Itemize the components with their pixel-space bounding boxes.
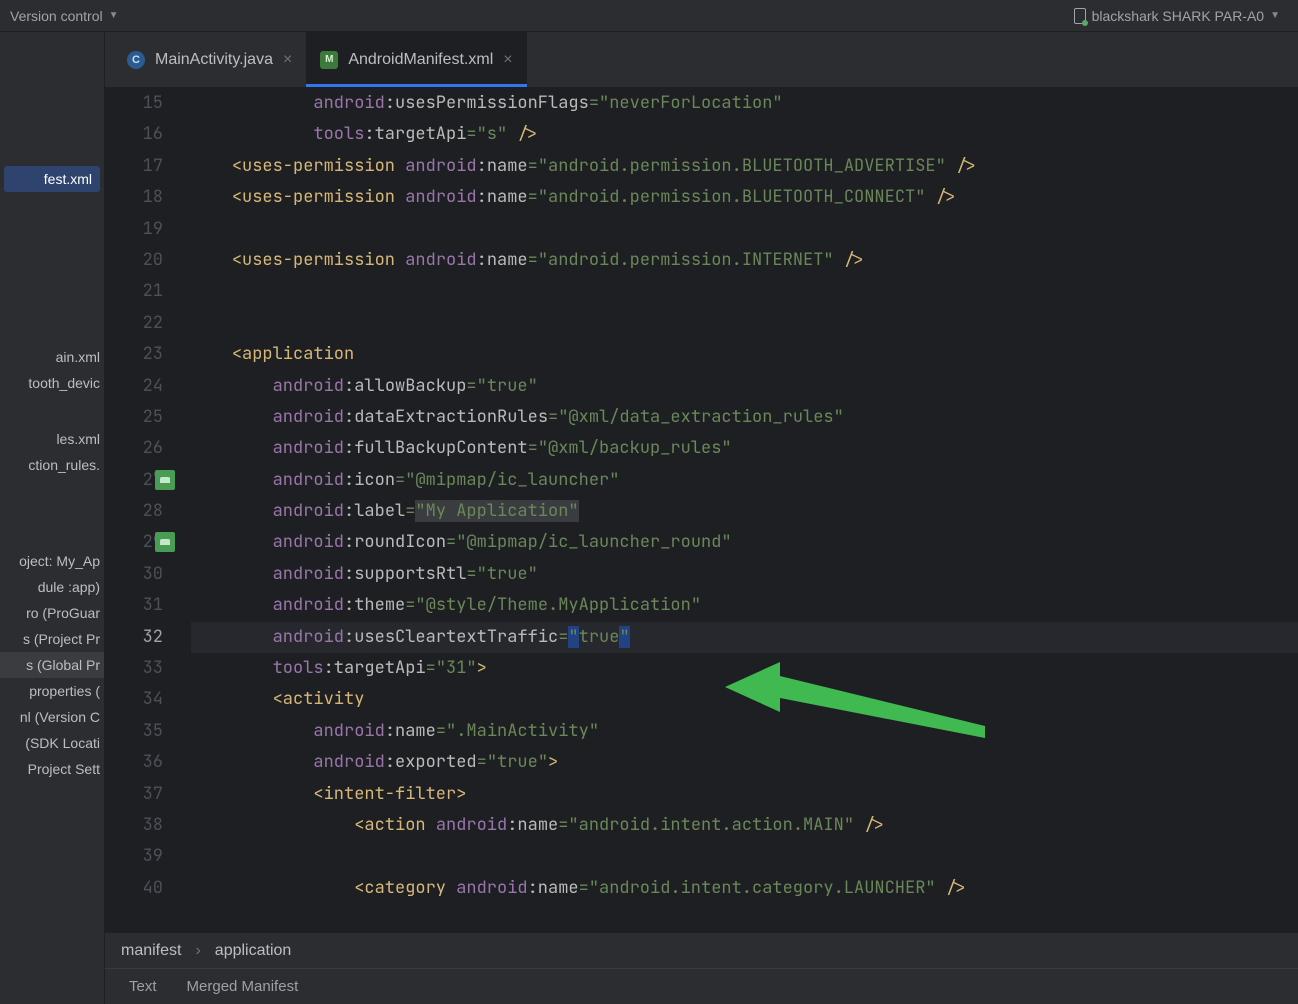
device-label: blackshark SHARK PAR-A0 bbox=[1092, 8, 1264, 24]
tab-label: AndroidManifest.xml bbox=[348, 51, 493, 69]
sidebar-item[interactable]: dule :app) bbox=[0, 574, 104, 600]
topbar: Version control ▼ blackshark SHARK PAR-A… bbox=[0, 0, 1298, 32]
tab-label: MainActivity.java bbox=[155, 51, 273, 69]
code-line[interactable]: <uses-permission android:name="android.p… bbox=[191, 182, 1298, 213]
code-line[interactable]: <intent-filter> bbox=[191, 779, 1298, 810]
code-line[interactable]: android:exported="true"> bbox=[191, 747, 1298, 778]
code-line[interactable]: tools:targetApi="s" /> bbox=[191, 119, 1298, 150]
sidebar-item[interactable]: les.xml bbox=[0, 426, 104, 452]
code-line[interactable] bbox=[191, 214, 1298, 245]
breadcrumb-item[interactable]: manifest bbox=[121, 942, 181, 960]
code-editor[interactable]: 1516171819202122232425262728293031323334… bbox=[105, 88, 1298, 932]
code-line[interactable] bbox=[191, 841, 1298, 872]
sidebar-item[interactable]: s (Global Pr bbox=[0, 652, 104, 678]
chevron-right-icon: › bbox=[195, 942, 200, 960]
breadcrumb-item[interactable]: application bbox=[215, 942, 292, 960]
editor-area: C MainActivity.java × M AndroidManifest.xml ×… bbox=[105, 32, 1298, 1004]
sidebar-item[interactable]: nl (Version C bbox=[0, 704, 104, 730]
sidebar-item[interactable]: ction_rules. bbox=[0, 452, 104, 478]
code-line[interactable]: android:label="My Application" bbox=[191, 496, 1298, 527]
editor-bottom-tabs: Text Merged Manifest bbox=[105, 968, 1298, 1004]
breadcrumb[interactable]: manifest › application bbox=[105, 932, 1298, 968]
sidebar-item[interactable]: ro (ProGuar bbox=[0, 600, 104, 626]
code-line[interactable] bbox=[191, 276, 1298, 307]
code-line[interactable]: <uses-permission android:name="android.p… bbox=[191, 245, 1298, 276]
code-line[interactable]: android:dataExtractionRules="@xml/data_e… bbox=[191, 402, 1298, 433]
version-control-menu[interactable]: Version control bbox=[10, 8, 103, 24]
close-icon[interactable]: × bbox=[503, 51, 512, 69]
code-line[interactable]: android:name=".MainActivity" bbox=[191, 716, 1298, 747]
android-icon[interactable] bbox=[155, 532, 175, 552]
code-line[interactable]: android:fullBackupContent="@xml/backup_r… bbox=[191, 433, 1298, 464]
code-content[interactable]: android:usesPermissionFlags="neverForLoc… bbox=[183, 88, 1298, 932]
sidebar-item[interactable]: ain.xml bbox=[0, 344, 104, 370]
sidebar-item[interactable]: properties ( bbox=[0, 678, 104, 704]
close-icon[interactable]: × bbox=[283, 51, 292, 69]
android-icon[interactable] bbox=[155, 470, 175, 490]
java-file-icon: C bbox=[127, 51, 145, 69]
code-line[interactable]: android:supportsRtl="true" bbox=[191, 559, 1298, 590]
sidebar-item[interactable]: Project Sett bbox=[0, 756, 104, 782]
bottom-tab[interactable]: Merged Manifest bbox=[187, 978, 299, 995]
editor-tabs: C MainActivity.java × M AndroidManifest.xml × bbox=[105, 32, 1298, 88]
code-line[interactable]: android:usesCleartextTraffic="true" bbox=[191, 622, 1298, 653]
sidebar-item[interactable]: (SDK Locati bbox=[0, 730, 104, 756]
editor-tab[interactable]: C MainActivity.java × bbox=[113, 32, 306, 87]
code-line[interactable]: <activity bbox=[191, 684, 1298, 715]
sidebar-item[interactable]: oject: My_Ap bbox=[0, 548, 104, 574]
manifest-file-icon: M bbox=[320, 51, 338, 69]
sidebar-item[interactable]: fest.xml bbox=[4, 166, 100, 192]
main: fest.xml ain.xmltooth_devic les.xmlction_… bbox=[0, 32, 1298, 1004]
code-line[interactable]: android:usesPermissionFlags="neverForLoc… bbox=[191, 88, 1298, 119]
code-line[interactable]: android:allowBackup="true" bbox=[191, 371, 1298, 402]
sidebar-item[interactable]: s (Project Pr bbox=[0, 626, 104, 652]
editor-tab[interactable]: M AndroidManifest.xml × bbox=[306, 32, 526, 87]
sidebar-item[interactable] bbox=[0, 538, 104, 548]
code-line[interactable]: <application bbox=[191, 339, 1298, 370]
code-line[interactable]: <category android:name="android.intent.c… bbox=[191, 873, 1298, 904]
chevron-down-icon: ▼ bbox=[1270, 10, 1280, 21]
code-line[interactable]: android:roundIcon="@mipmap/ic_launcher_r… bbox=[191, 527, 1298, 558]
topbar-left: Version control ▼ bbox=[10, 8, 119, 24]
gutter[interactable]: 1516171819202122232425262728293031323334… bbox=[105, 88, 183, 932]
bottom-tab[interactable]: Text bbox=[129, 978, 157, 995]
sidebar-item[interactable]: tooth_devic bbox=[0, 370, 104, 396]
code-line[interactable]: android:theme="@style/Theme.MyApplicatio… bbox=[191, 590, 1298, 621]
code-line[interactable]: <uses-permission android:name="android.p… bbox=[191, 151, 1298, 182]
project-sidebar[interactable]: fest.xml ain.xmltooth_devic les.xmlction_… bbox=[0, 32, 105, 1004]
code-line[interactable]: android:icon="@mipmap/ic_launcher" bbox=[191, 465, 1298, 496]
device-selector[interactable]: blackshark SHARK PAR-A0 ▼ bbox=[1074, 8, 1288, 24]
device-icon bbox=[1074, 8, 1086, 24]
code-line[interactable]: <action android:name="android.intent.act… bbox=[191, 810, 1298, 841]
chevron-down-icon: ▼ bbox=[109, 10, 119, 21]
code-line[interactable]: tools:targetApi="31"> bbox=[191, 653, 1298, 684]
code-line[interactable] bbox=[191, 308, 1298, 339]
